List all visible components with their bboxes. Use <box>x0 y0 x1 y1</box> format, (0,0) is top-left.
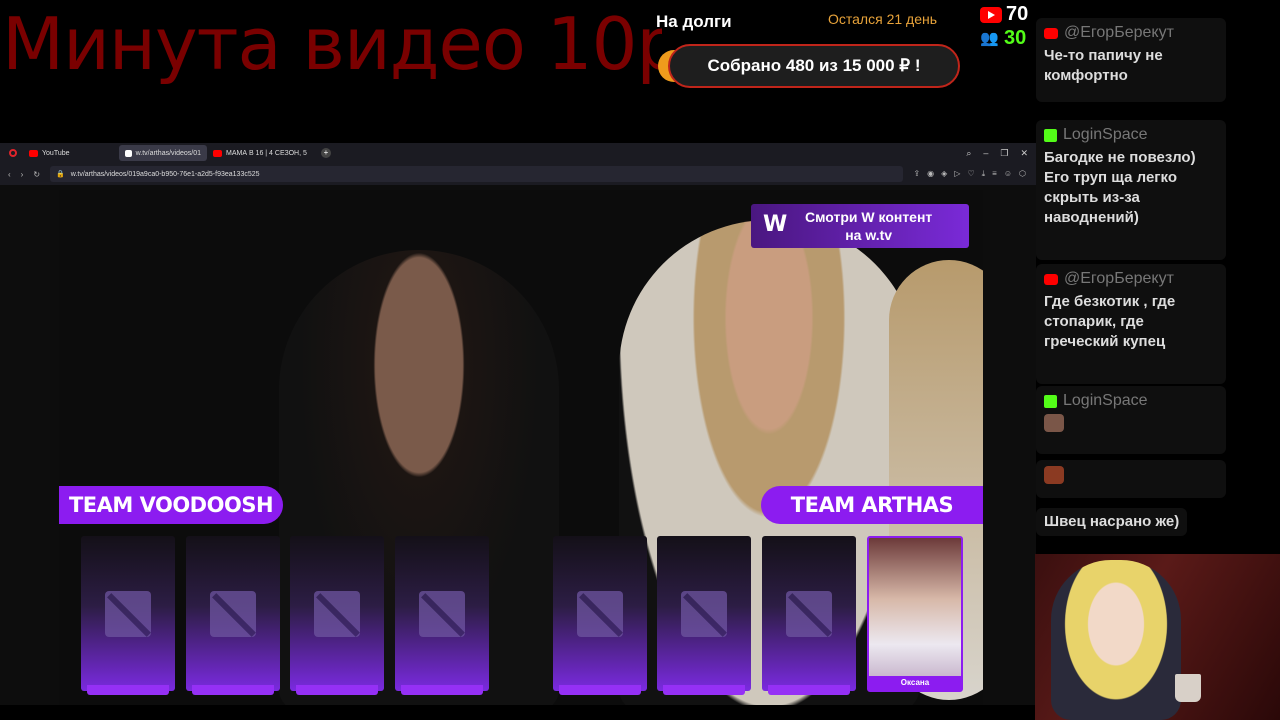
author-name: @ЕгорБерекут <box>1064 270 1174 287</box>
stream-screen: Минута видео 10р На долги Остался 21 ден… <box>0 0 1280 720</box>
chat-message: @ЕгорБерекут Где безкотик , где стопарик… <box>1036 264 1226 384</box>
chat-panel: @ЕгорБерекут Че-то папичу не комфортно L… <box>1036 18 1280 548</box>
chat-author: LoginSpace <box>1044 126 1218 144</box>
emote-icon <box>1044 466 1064 484</box>
download-icon[interactable]: ⤓ <box>982 169 986 179</box>
donation-collected-badge: Собрано 480 из 15 000 ₽ ! <box>668 44 960 88</box>
maximize-button[interactable]: ❐ <box>1000 148 1008 159</box>
lock-icon: 🔒 <box>56 171 65 178</box>
share-icon[interactable]: ⇪ <box>913 169 920 179</box>
kick-icon <box>1044 394 1057 408</box>
reload-icon[interactable]: ↻ <box>33 170 40 179</box>
chat-text: Швец насрано же) <box>1044 513 1180 530</box>
tab-label: МАМА В 16 | 4 СЕЗОН, 5 <box>226 149 307 157</box>
w-icon <box>125 149 132 157</box>
address-bar[interactable]: 🔒 w.tv/arthas/videos/019a9ca0-b950-76e1-… <box>50 166 904 182</box>
minimize-button[interactable]: – <box>983 148 988 159</box>
team-voodoosh-banner: TEAM VOODOOSH <box>59 486 283 524</box>
extension-icon[interactable]: ⬡ <box>1019 169 1026 179</box>
promo-line-2: на w.tv <box>845 227 893 243</box>
youtube-icon <box>1044 27 1058 39</box>
search-icon[interactable]: ⌕ <box>966 148 971 159</box>
empty-player-card <box>81 536 175 695</box>
emote-icon <box>1044 414 1064 432</box>
tab-mama-v-16[interactable]: МАМА В 16 | 4 СЕЗОН, 5 <box>207 145 313 161</box>
window-controls: ⌕ – ❐ ✕ <box>966 148 1036 159</box>
chat-message <box>1036 460 1226 498</box>
promo-text: Смотри W контент на w.tv <box>805 208 932 244</box>
player-card-oksana: Оксана <box>867 536 963 692</box>
browser-window: YouTube w.tv/arthas/videos/01 МАМА В 16 … <box>0 143 1036 705</box>
empty-player-card <box>290 536 384 695</box>
url-text: w.tv/arthas/videos/019a9ca0-b950-76e1-a2… <box>70 170 260 178</box>
tab-label: w.tv/arthas/videos/01 <box>135 149 201 157</box>
days-left-text: Остался 21 день <box>828 11 938 27</box>
chat-message: LoginSpace Багодке не повезло) Его труп … <box>1036 120 1226 260</box>
chat-message: Швец насрано же) <box>1036 508 1188 536</box>
empty-player-card <box>186 536 280 695</box>
heart-icon[interactable]: ♡ <box>967 169 974 179</box>
w-logo-icon: W <box>763 212 788 237</box>
tab-label: YouTube <box>42 149 70 157</box>
streamer-webcam-avatar <box>1035 554 1280 720</box>
wtv-promo-banner: W Смотри W контент на w.tv <box>751 204 969 248</box>
team-arthas-banner: TEAM ARTHAS <box>761 486 983 524</box>
kick-icon <box>1044 128 1057 142</box>
profile-icon[interactable]: ☺ <box>1004 169 1012 179</box>
kick-viewers-value: 30 <box>1004 27 1027 49</box>
dota-icon <box>419 590 465 637</box>
player-name: Оксана <box>869 676 961 690</box>
youtube-icon <box>1044 273 1058 285</box>
dota-icon <box>681 590 727 637</box>
chat-author: @ЕгорБерекут <box>1044 24 1218 42</box>
camera-icon[interactable]: ◉ <box>927 169 934 179</box>
dota-icon <box>786 590 832 637</box>
empty-player-card <box>553 536 647 695</box>
overlay-title: Минута видео 10р <box>2 2 662 86</box>
cup-icon <box>1175 674 1201 702</box>
dota-icon <box>314 590 360 637</box>
donation-goal-label: На долги <box>656 12 732 31</box>
chat-text: Где безкотик , где стопарик, где греческ… <box>1044 293 1176 350</box>
new-tab-button[interactable]: + <box>320 148 331 158</box>
menu-icon[interactable]: ≡ <box>992 169 997 179</box>
toolbar-icons: ⇪ ◉ ◈ ▷ ♡ ⤓ ≡ ☺ ⬡ <box>913 169 1036 179</box>
youtube-icon <box>29 149 38 157</box>
chat-author: @ЕгорБерекут <box>1044 270 1218 288</box>
address-bar-row: ‹ › ↻ 🔒 w.tv/arthas/videos/019a9ca0-b950… <box>0 163 1036 185</box>
play-icon[interactable]: ▷ <box>954 169 960 179</box>
empty-player-card <box>657 536 751 695</box>
opera-icon[interactable] <box>9 149 17 157</box>
chat-message: LoginSpace <box>1036 386 1226 454</box>
kick-viewer-count: 👥 30 <box>980 27 1026 50</box>
author-name: LoginSpace <box>1063 392 1148 409</box>
youtube-icon <box>213 149 222 157</box>
chat-text: Багодке не повезло) Его труп ща легко ск… <box>1044 149 1196 226</box>
youtube-viewers-value: 70 <box>1006 3 1029 25</box>
empty-player-card <box>762 536 856 695</box>
video-player[interactable]: W Смотри W контент на w.tv TEAM VOODOOSH… <box>59 190 983 705</box>
tab-wtv[interactable]: w.tv/arthas/videos/01 <box>119 145 207 161</box>
chat-message: @ЕгорБерекут Че-то папичу не комфортно <box>1036 18 1226 102</box>
forward-icon[interactable]: › <box>21 170 24 179</box>
anime-avatar <box>1051 560 1181 720</box>
empty-player-card <box>395 536 489 695</box>
chat-text: Че-то папичу не комфортно <box>1044 47 1163 84</box>
tab-youtube[interactable]: YouTube <box>23 145 119 161</box>
dota-icon <box>210 590 256 637</box>
dota-icon <box>105 590 151 637</box>
author-name: @ЕгорБерекут <box>1064 24 1174 41</box>
tab-bar: YouTube w.tv/arthas/videos/01 МАМА В 16 … <box>0 143 1036 163</box>
promo-line-1: Смотри W контент <box>805 209 933 225</box>
youtube-viewer-count: 70 <box>980 3 1028 26</box>
back-icon[interactable]: ‹ <box>8 170 11 179</box>
youtube-icon <box>980 6 1002 23</box>
author-name: LoginSpace <box>1063 126 1148 143</box>
viewers-icon: 👥 <box>980 29 999 47</box>
dota-icon <box>577 590 623 637</box>
shield-icon[interactable]: ◈ <box>941 169 947 179</box>
close-button[interactable]: ✕ <box>1020 148 1028 159</box>
chat-author: LoginSpace <box>1044 392 1218 410</box>
